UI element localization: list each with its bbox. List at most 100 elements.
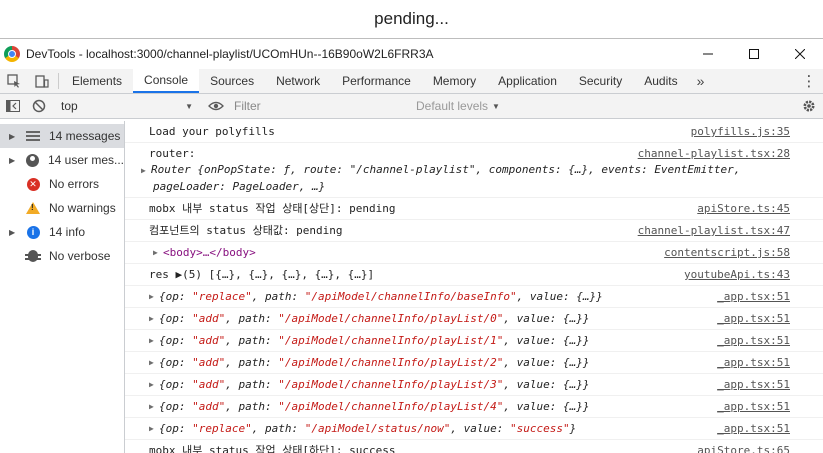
console-messages: Load your polyfills polyfills.js:35 rout… xyxy=(125,121,823,453)
expand-arrow-icon[interactable]: ▶ xyxy=(141,163,151,179)
sidebar-item-label: No verbose xyxy=(49,249,111,263)
tab-network[interactable]: Network xyxy=(265,69,331,93)
expand-arrow-icon[interactable]: ▶ xyxy=(149,310,159,327)
sidebar-item-messages[interactable]: ▶ 14 messages xyxy=(0,124,124,148)
router-object-preview[interactable]: ▶ Router {onPopState: ƒ, route: "/channel… xyxy=(141,162,823,195)
bug-icon xyxy=(25,250,41,262)
console-settings-button[interactable] xyxy=(795,99,823,113)
message-source-link[interactable]: _app.tsx:51 xyxy=(717,420,790,437)
message-source-link[interactable]: channel-playlist.tsx:28 xyxy=(638,145,790,162)
expand-arrow-icon[interactable]: ▶ xyxy=(149,398,159,415)
tab-application[interactable]: Application xyxy=(487,69,568,93)
sidebar-item-label: 14 info xyxy=(49,225,86,239)
console-sidebar: ▶ 14 messages ▶ 14 user mes... ▶ ✕ No er… xyxy=(0,121,125,453)
log-levels-label: Default levels xyxy=(416,99,489,113)
console-message: router: ▶ Router {onPopState: ƒ, route: "… xyxy=(125,143,823,198)
gear-icon xyxy=(803,100,815,112)
sidebar-item-label: 14 user mes... xyxy=(47,153,124,167)
list-icon xyxy=(26,131,40,141)
sidebar-item-label: 14 messages xyxy=(49,129,121,143)
message-source-link[interactable]: contentscript.js:58 xyxy=(664,244,790,261)
sidebar-toggle-button[interactable] xyxy=(0,94,26,118)
tab-memory[interactable]: Memory xyxy=(422,69,487,93)
live-expression-button[interactable] xyxy=(202,101,230,111)
expand-arrow-icon[interactable]: ▶ xyxy=(149,376,159,393)
console-toolbar: top ▼ Filter Default levels ▼ xyxy=(0,94,823,119)
context-selector[interactable]: top ▼ xyxy=(57,96,197,116)
tab-performance[interactable]: Performance xyxy=(331,69,422,93)
log-levels-dropdown[interactable]: Default levels ▼ xyxy=(416,99,500,113)
error-icon: ✕ xyxy=(26,177,40,191)
console-message: ▶ {op: "replace", path: "/apiModel/channe… xyxy=(125,286,823,308)
sidebar-item-warnings[interactable]: ▶ ! No warnings xyxy=(0,196,124,220)
root: pending... DevTools - localhost:3000/cha… xyxy=(0,0,823,453)
message-source-link[interactable]: apiStore.ts:65 xyxy=(697,442,790,453)
console-message: ▶ {op: "add", path: "/apiModel/channelInf… xyxy=(125,396,823,418)
filter-input[interactable]: Filter xyxy=(230,96,410,116)
user-icon xyxy=(25,153,39,167)
sidebar-item-label: No errors xyxy=(49,177,100,191)
message-source-link[interactable]: apiStore.ts:45 xyxy=(697,200,790,217)
panel-tab-bar: Elements Console Sources Network Perform… xyxy=(0,69,823,94)
message-detail: Router {onPopState: ƒ, route: "/channel-… xyxy=(151,163,741,193)
sidebar-item-user-messages[interactable]: ▶ 14 user mes... xyxy=(0,148,124,172)
devtools-menu-button[interactable]: ⋮ xyxy=(795,69,823,93)
message-source-link[interactable]: _app.tsx:51 xyxy=(717,398,790,415)
inspect-element-button[interactable] xyxy=(0,69,28,93)
device-icon xyxy=(35,75,49,88)
tab-elements[interactable]: Elements xyxy=(61,69,133,93)
console-message: ▶ {op: "add", path: "/apiModel/channelInf… xyxy=(125,352,823,374)
dropdown-arrow-icon: ▼ xyxy=(492,101,500,111)
expand-arrow-icon[interactable]: ▶ xyxy=(149,332,159,349)
tab-security[interactable]: Security xyxy=(568,69,633,93)
console-message: ▶ {op: "replace", path: "/apiModel/status… xyxy=(125,418,823,440)
message-source-link[interactable]: polyfills.js:35 xyxy=(691,123,790,140)
expand-arrow-icon[interactable]: ▶ xyxy=(9,132,21,141)
info-icon: i xyxy=(26,225,40,239)
sidebar-toggle-icon xyxy=(6,100,20,112)
message-source-link[interactable]: _app.tsx:51 xyxy=(717,310,790,327)
filter-placeholder: Filter xyxy=(234,99,261,113)
expand-arrow-icon[interactable]: ▶ xyxy=(149,354,159,371)
close-button[interactable] xyxy=(777,39,823,69)
message-source-link[interactable]: _app.tsx:51 xyxy=(717,332,790,349)
console-message: ▶ <body>…</body> contentscript.js:58 xyxy=(125,242,823,264)
window-title: DevTools - localhost:3000/channel-playli… xyxy=(26,47,434,61)
device-toolbar-button[interactable] xyxy=(28,69,56,93)
tab-audits[interactable]: Audits xyxy=(633,69,688,93)
expand-arrow-icon[interactable]: ▶ xyxy=(149,288,159,305)
expand-arrow-icon[interactable]: ▶ xyxy=(149,420,159,437)
window-controls xyxy=(685,39,823,69)
tab-sources[interactable]: Sources xyxy=(199,69,265,93)
console-message: mobx 내부 status 작업 상태[하단]: success apiSto… xyxy=(125,440,823,453)
message-source-link[interactable]: _app.tsx:51 xyxy=(717,288,790,305)
close-icon xyxy=(795,49,805,59)
dropdown-arrow-icon: ▼ xyxy=(185,101,193,111)
console-message: Load your polyfills polyfills.js:35 xyxy=(125,121,823,143)
expand-arrow-icon[interactable]: ▶ xyxy=(9,228,21,237)
console-message: ▶ {op: "add", path: "/apiModel/channelInf… xyxy=(125,374,823,396)
warning-icon: ! xyxy=(26,202,40,214)
sidebar-item-errors[interactable]: ▶ ✕ No errors xyxy=(0,172,124,196)
more-tabs-button[interactable]: » xyxy=(689,69,713,93)
maximize-button[interactable] xyxy=(731,39,777,69)
sidebar-item-info[interactable]: ▶ i 14 info xyxy=(0,220,124,244)
message-source-link[interactable]: channel-playlist.tsx:47 xyxy=(638,222,790,239)
sidebar-item-label: No warnings xyxy=(49,201,116,215)
eye-icon xyxy=(208,101,224,111)
expand-arrow-icon[interactable]: ▶ xyxy=(9,156,21,165)
tab-console[interactable]: Console xyxy=(133,69,200,93)
minimize-button[interactable] xyxy=(685,39,731,69)
title-bar: DevTools - localhost:3000/channel-playli… xyxy=(0,39,823,69)
expand-arrow-icon[interactable]: ▶ xyxy=(153,244,163,261)
clear-console-button[interactable] xyxy=(26,94,52,118)
message-source-link[interactable]: youtubeApi.ts:43 xyxy=(684,266,790,283)
chrome-logo-icon xyxy=(4,46,20,62)
message-source-link[interactable]: _app.tsx:51 xyxy=(717,354,790,371)
message-source-link[interactable]: _app.tsx:51 xyxy=(717,376,790,393)
devtools-window: DevTools - localhost:3000/channel-playli… xyxy=(0,38,823,453)
console-message: 컴포넌트의 status 상태값: pending channel-playli… xyxy=(125,220,823,242)
sidebar-item-verbose[interactable]: ▶ No verbose xyxy=(0,244,124,268)
console-message: ▶ {op: "add", path: "/apiModel/channelInf… xyxy=(125,308,823,330)
page-status-text: pending... xyxy=(374,9,449,28)
